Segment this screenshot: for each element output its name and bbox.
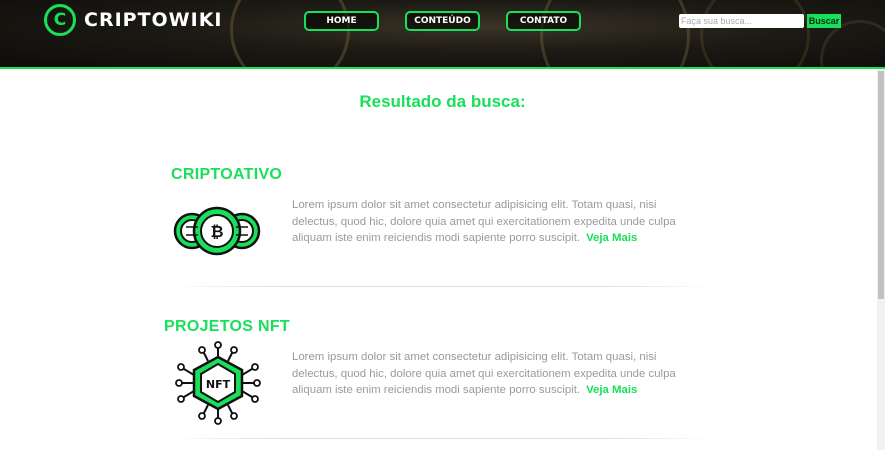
result-title-projetos-nft: PROJETOS NFT: [164, 318, 290, 335]
results-title: Resultado da busca:: [359, 92, 526, 111]
svg-text:NFT: NFT: [206, 378, 231, 391]
result-description: Lorem ipsum dolor sit amet consectetur a…: [292, 199, 676, 244]
svg-text:₿: ₿: [210, 222, 223, 241]
veja-mais-link[interactable]: Veja Mais: [586, 232, 637, 244]
logo-icon: C: [44, 4, 76, 36]
nav-conteudo-button[interactable]: CONTEÚDO: [405, 11, 480, 31]
result-description: Lorem ipsum dolor sit amet consectetur a…: [292, 351, 676, 396]
background-coin: [700, 0, 810, 67]
brand-name: CRIPTOWIKI: [84, 9, 223, 31]
search-input[interactable]: [679, 14, 804, 28]
site-header: C CRIPTOWIKI HOME CONTEÚDO CONTATO Busca…: [0, 0, 885, 69]
page-scrollbar[interactable]: [877, 69, 885, 450]
veja-mais-link[interactable]: Veja Mais: [586, 384, 637, 396]
nft-chip-icon: NFT: [175, 341, 261, 425]
search-button[interactable]: Buscar: [807, 14, 841, 28]
result-title-criptoativo: CRIPTOATIVO: [171, 166, 283, 183]
result-divider: [170, 286, 715, 287]
crypto-coins-icon: ₿: [173, 206, 261, 256]
site-logo[interactable]: C CRIPTOWIKI: [44, 4, 223, 36]
nav-home-button[interactable]: HOME: [304, 11, 379, 31]
nav-contato-button[interactable]: CONTATO: [506, 11, 581, 31]
result-divider: [170, 438, 715, 439]
